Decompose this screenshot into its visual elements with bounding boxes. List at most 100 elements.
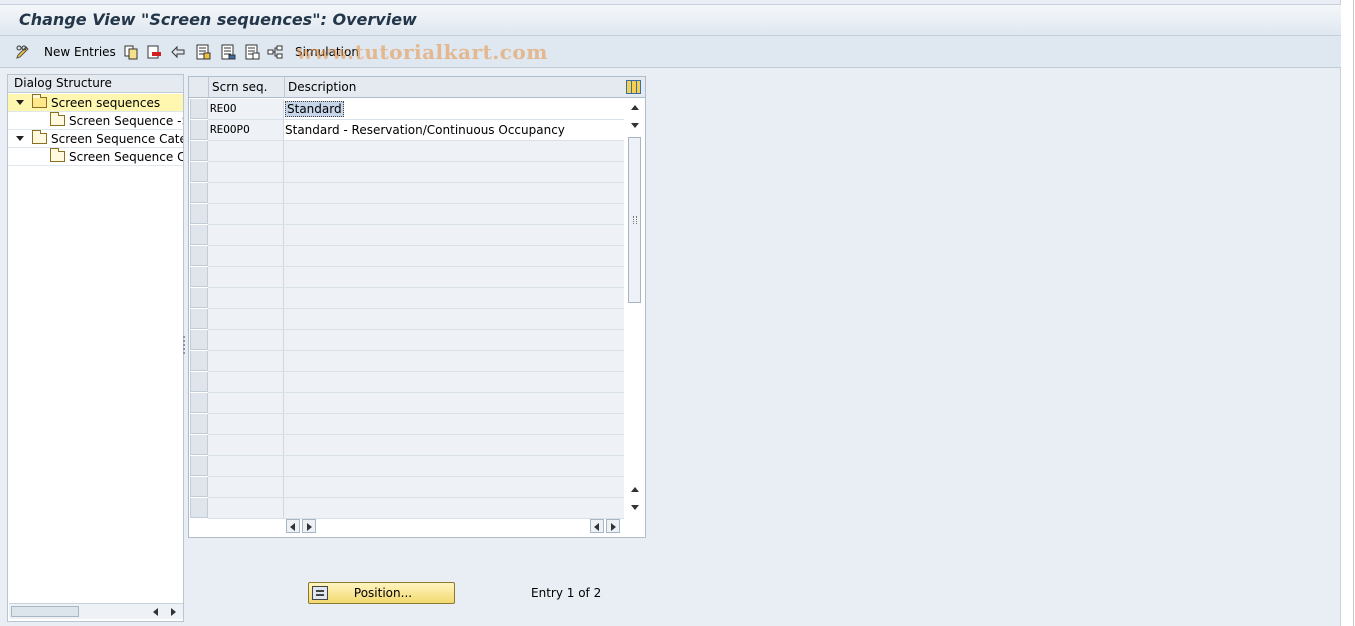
cell-description[interactable] (284, 183, 624, 203)
cell-description[interactable] (284, 204, 624, 224)
tree-item-screen-sequences[interactable]: Screen sequences (8, 94, 183, 112)
scroll-up-icon[interactable] (631, 105, 639, 110)
table-row[interactable] (208, 141, 624, 162)
cell-scrn-seq[interactable] (208, 183, 284, 203)
select-all-button[interactable] (195, 42, 211, 62)
table-row[interactable]: REOOPO Standard - Reservation/Continuous … (208, 120, 624, 141)
row-selector[interactable] (190, 330, 208, 350)
tree-item-screen-sequence-category[interactable]: Screen Sequence Categ (8, 130, 183, 148)
scroll-thumb[interactable] (628, 137, 641, 303)
tree-item-screen-sequence-category-child[interactable]: Screen Sequence Ca (8, 148, 183, 166)
row-selector[interactable] (190, 456, 208, 476)
display-change-button[interactable] (15, 42, 31, 62)
table-row[interactable] (208, 498, 624, 519)
cell-scrn-seq[interactable] (208, 267, 284, 287)
cell-description[interactable] (284, 267, 624, 287)
scroll-left-button[interactable] (590, 519, 604, 533)
scroll-down-icon[interactable] (631, 123, 639, 128)
table-row[interactable] (208, 351, 624, 372)
cell-description[interactable] (284, 435, 624, 455)
column-header-description[interactable]: Description (284, 77, 624, 98)
cell-description[interactable] (284, 372, 624, 392)
splitter-handle[interactable] (183, 336, 185, 354)
cell-scrn-seq[interactable] (208, 225, 284, 245)
expand-triangle-icon[interactable] (16, 136, 24, 141)
row-selector[interactable] (190, 351, 208, 371)
cell-description[interactable] (284, 246, 624, 266)
row-selector[interactable] (190, 183, 208, 203)
column-header-scrn-seq[interactable]: Scrn seq. (208, 77, 284, 98)
row-selector[interactable] (190, 414, 208, 434)
tree-item-screen-sequence-child[interactable]: Screen Sequence -> (8, 112, 183, 130)
table-row[interactable] (208, 393, 624, 414)
row-selector[interactable] (190, 435, 208, 455)
cell-scrn-seq[interactable] (208, 393, 284, 413)
row-selector[interactable] (190, 477, 208, 497)
cell-description[interactable] (284, 330, 624, 350)
table-horizontal-scrollbar[interactable] (285, 519, 625, 535)
cell-scrn-seq[interactable] (208, 162, 284, 182)
table-row[interactable] (208, 456, 624, 477)
row-selector[interactable] (190, 141, 208, 161)
table-row[interactable] (208, 225, 624, 246)
cell-description[interactable] (284, 162, 624, 182)
cell-description[interactable] (284, 288, 624, 308)
select-all-cell[interactable] (189, 77, 208, 98)
scroll-left-button[interactable] (286, 519, 300, 533)
simulation-button[interactable]: Simulation (267, 42, 359, 62)
table-row[interactable] (208, 309, 624, 330)
cell-description[interactable] (284, 477, 624, 497)
row-selector[interactable] (190, 225, 208, 245)
table-vertical-scrollbar[interactable] (627, 99, 643, 517)
position-button[interactable]: Position... (308, 582, 455, 604)
cell-description[interactable] (284, 351, 624, 371)
cell-scrn-seq[interactable] (208, 414, 284, 434)
table-row[interactable] (208, 414, 624, 435)
cell-description[interactable] (284, 309, 624, 329)
cell-scrn-seq[interactable] (208, 372, 284, 392)
row-selector[interactable] (190, 162, 208, 182)
cell-scrn-seq[interactable] (208, 456, 284, 476)
delete-button[interactable] (146, 42, 162, 62)
cell-scrn-seq[interactable] (208, 309, 284, 329)
select-block-button[interactable] (220, 42, 236, 62)
cell-scrn-seq[interactable] (208, 204, 284, 224)
scroll-right-icon[interactable] (171, 608, 176, 616)
cell-scrn-seq[interactable] (208, 330, 284, 350)
scroll-right-button[interactable] (302, 519, 316, 533)
table-row[interactable] (208, 267, 624, 288)
cell-scrn-seq[interactable] (208, 498, 284, 518)
row-selector[interactable] (190, 204, 208, 224)
cell-scrn-seq[interactable] (208, 435, 284, 455)
scroll-thumb[interactable] (11, 606, 79, 617)
cell-scrn-seq[interactable] (208, 477, 284, 497)
row-selector[interactable] (190, 288, 208, 308)
row-selector[interactable] (190, 372, 208, 392)
cell-description[interactable] (284, 414, 624, 434)
scroll-left-icon[interactable] (153, 608, 158, 616)
tree-horizontal-scrollbar[interactable] (9, 603, 183, 619)
cell-description[interactable]: Standard - Reservation/Continuous Occupa… (284, 120, 624, 140)
table-row[interactable] (208, 477, 624, 498)
row-selector[interactable] (190, 498, 208, 518)
cell-description[interactable] (284, 225, 624, 245)
table-row[interactable] (208, 435, 624, 456)
scroll-down-icon[interactable] (631, 505, 639, 510)
copy-button[interactable] (123, 42, 139, 62)
cell-description[interactable] (284, 393, 624, 413)
table-row[interactable] (208, 288, 624, 309)
row-selector[interactable] (190, 309, 208, 329)
new-entries-button[interactable]: New Entries (44, 42, 116, 62)
cell-description[interactable] (284, 498, 624, 518)
table-row[interactable] (208, 246, 624, 267)
scroll-up-icon[interactable] (631, 487, 639, 492)
cell-scrn-seq[interactable] (208, 351, 284, 371)
cell-description[interactable] (284, 141, 624, 161)
scroll-right-button[interactable] (606, 519, 620, 533)
table-settings-icon[interactable] (626, 80, 641, 94)
row-selector[interactable] (190, 267, 208, 287)
row-selector[interactable] (190, 246, 208, 266)
cell-scrn-seq[interactable] (208, 246, 284, 266)
cell-scrn-seq[interactable] (208, 288, 284, 308)
row-selector[interactable] (190, 120, 208, 140)
